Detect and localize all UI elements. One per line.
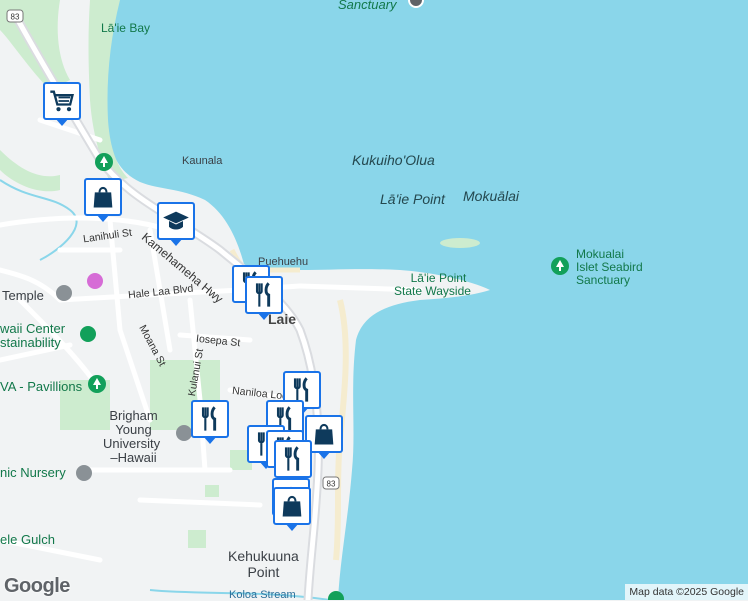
tree-icon[interactable] [88,375,106,393]
restaurant-marker[interactable] [274,440,312,478]
recycle-icon [80,326,96,342]
temple-icon [87,273,103,289]
label-line: –Hawaii [107,451,160,465]
label-line: waii Center [0,322,65,336]
label-line: University [103,437,160,451]
label-nursery: nic Nursery [0,466,66,479]
restaurant-marker[interactable] [191,400,229,438]
shop-marker[interactable] [84,178,122,216]
label-line: Young [107,423,160,437]
shopping-cart-icon [48,87,76,115]
tree-icon[interactable] [95,153,113,171]
route-shield-icon: 83 [7,10,23,22]
school-icon [176,425,192,441]
label-line: Kehukuuna [228,548,299,564]
label-line: Point [228,564,299,580]
label-laie-point: Lā'ie Point [380,191,445,207]
label-line: State Wayside [394,285,471,298]
label-mokualai: Mokuālai [463,188,519,204]
shopping-bag-icon [89,183,117,211]
label-kehukuuna: Kehukuuna Point [228,548,299,580]
label-temple: Temple [2,288,44,303]
graduation-cap-icon [162,207,190,235]
map-canvas[interactable]: 83 83 [0,0,748,600]
viewpoint-icon [409,0,423,7]
label-gulch: ele Gulch [0,533,55,546]
label-line: Sanctuary [576,274,643,287]
label-state-wayside: Lā'ie Point State Wayside [394,272,471,298]
route-shield-icon: 83 [323,477,339,489]
shop-marker[interactable] [273,487,311,525]
label-sanctuary-top: Sanctuary [338,0,397,12]
tree-icon[interactable] [551,257,569,275]
google-logo: Google [4,575,70,598]
label-byu: Brigham Young University –Hawaii [107,409,160,465]
map-attribution: Map data ©2025 Google [625,584,748,600]
svg-text:83: 83 [327,480,336,489]
grocery-marker[interactable] [43,82,81,120]
label-pavillions: VA - Pavillions [0,380,82,393]
label-line: Brigham [107,409,160,423]
label-laie-bay: Lā'ie Bay [101,22,150,35]
school-icon [76,465,92,481]
label-hawaii-center: waii Center stainability [0,322,65,350]
label-koloa-stream: Koloa Stream [229,589,296,601]
label-mokualai-sanctuary: Mokualai Islet Seabird Sanctuary [576,248,643,287]
svg-text:83: 83 [11,13,20,22]
info-pin-icon [56,285,72,301]
fork-knife-icon [250,281,278,309]
shopping-bag-icon [310,420,338,448]
label-kukuiho-olua: Kukuiho'Olua [352,152,435,168]
label-kaunala: Kaunala [182,155,222,167]
shopping-bag-icon [278,492,306,520]
school-marker[interactable] [157,202,195,240]
restaurant-marker[interactable] [245,276,283,314]
fork-knife-icon [279,445,307,473]
fork-knife-icon [196,405,224,433]
label-line: stainability [0,336,65,350]
